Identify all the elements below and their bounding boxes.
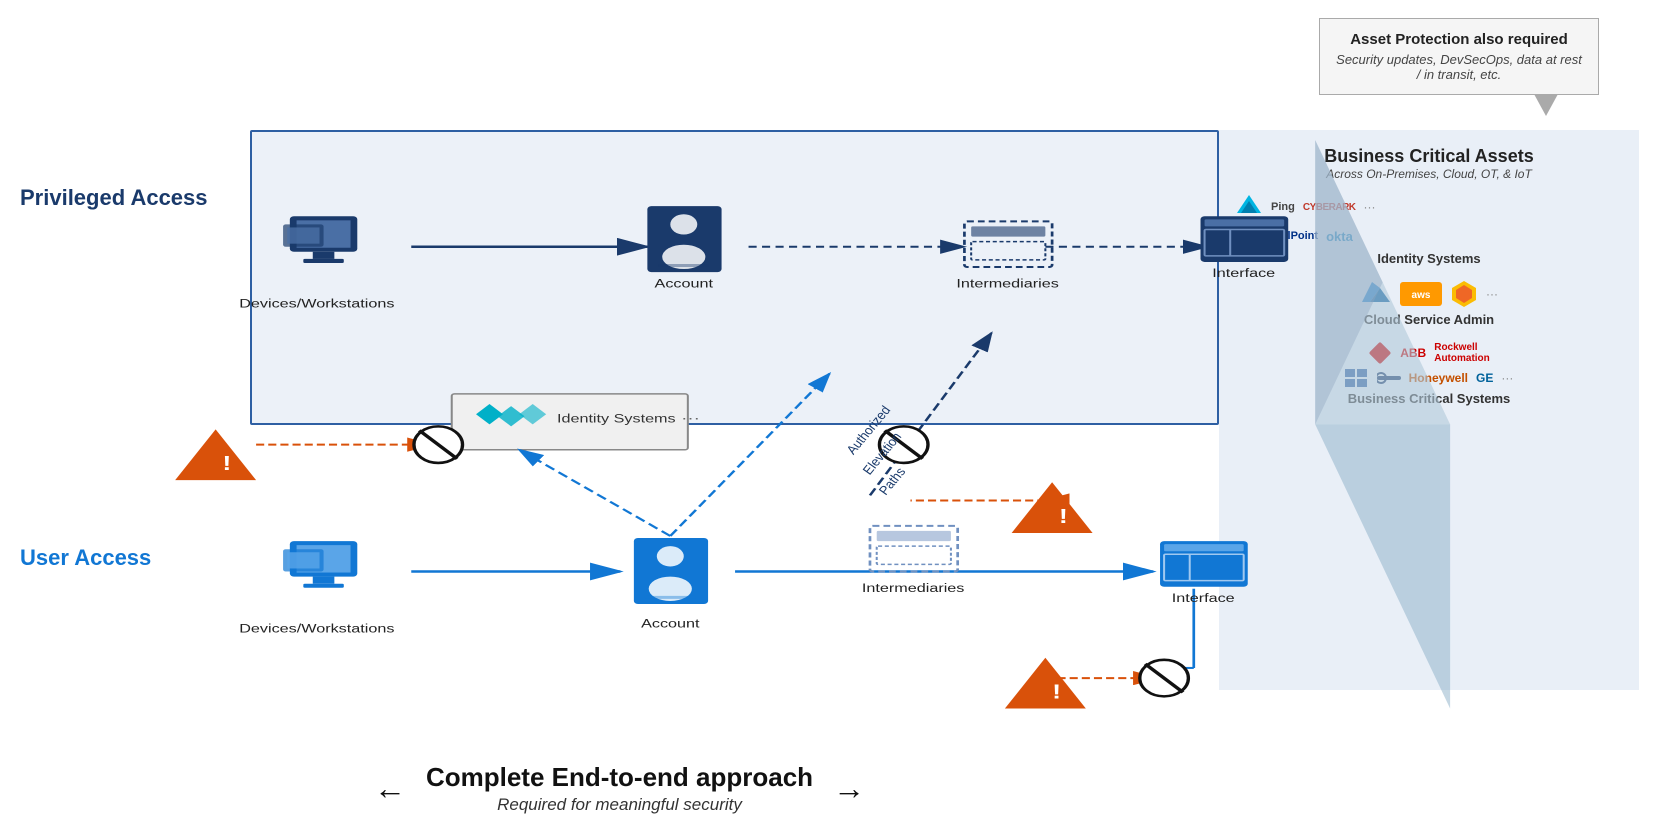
user-access-label: User Access bbox=[20, 545, 245, 571]
diagram-area: Privileged Access User Access Business C… bbox=[20, 130, 1639, 739]
pipe-icon bbox=[1377, 369, 1401, 387]
cyberark-label: CYBERARK bbox=[1303, 202, 1356, 213]
azure-logo-icon bbox=[1360, 280, 1392, 308]
ge-label: GE bbox=[1476, 371, 1493, 385]
identity-systems-label: Identity Systems bbox=[1235, 251, 1623, 266]
svg-text:Devices/Workstations: Devices/Workstations bbox=[239, 622, 394, 636]
callout-title: Asset Protection also required bbox=[1336, 31, 1582, 48]
bcs-logo-row-2: Honeywell GE ··· bbox=[1235, 369, 1623, 387]
user-account-icon bbox=[634, 538, 708, 604]
callout-body: Security updates, DevSecOps, data at res… bbox=[1336, 52, 1582, 82]
gcp-logo-icon bbox=[1450, 280, 1478, 308]
ping-logo-icon bbox=[1235, 193, 1263, 221]
privileged-access-label: Privileged Access bbox=[20, 185, 245, 211]
user-devices-icon bbox=[283, 541, 357, 588]
left-arrow-icon: ← bbox=[374, 770, 406, 807]
bca-title: Business Critical Assets bbox=[1235, 146, 1623, 167]
identity-logo-row-2: SP SailPoint okta bbox=[1235, 225, 1623, 247]
bottom-section: ← Complete End-to-end approach Required … bbox=[40, 762, 1199, 819]
cloud-service-admin-label: Cloud Service Admin bbox=[1235, 312, 1623, 327]
ellipsis-3: ··· bbox=[1501, 371, 1513, 385]
svg-text:!: ! bbox=[222, 452, 231, 475]
svg-text:SP: SP bbox=[1244, 233, 1255, 242]
bottom-subtitle: Required for meaningful security bbox=[426, 795, 813, 815]
cloud-section: aws ··· Cloud Service Admin bbox=[1235, 280, 1623, 327]
bcs-section: ABB RockwellAutomation Honeywell GE bbox=[1235, 341, 1623, 406]
bca-subtitle: Across On-Premises, Cloud, OT, & IoT bbox=[1235, 167, 1623, 181]
identity-logo-row: Ping CYBERARK ··· bbox=[1235, 193, 1623, 221]
privileged-access-box bbox=[250, 130, 1219, 425]
svg-text:!: ! bbox=[1052, 681, 1061, 704]
grid-icon bbox=[1345, 369, 1369, 387]
aws-logo-icon: aws bbox=[1400, 282, 1442, 306]
bca-panel: Business Critical Assets Across On-Premi… bbox=[1219, 130, 1639, 690]
cloud-logo-row: aws ··· bbox=[1235, 280, 1623, 308]
sailpoint-logo-icon: SP bbox=[1235, 225, 1263, 247]
identity-section: Ping CYBERARK ··· SP SailPoint okta Iden… bbox=[1235, 193, 1623, 266]
ping-label: Ping bbox=[1271, 201, 1295, 213]
honeywell-label: Honeywell bbox=[1409, 371, 1468, 385]
svg-text:Intermediaries: Intermediaries bbox=[862, 582, 964, 596]
okta-label: okta bbox=[1326, 229, 1353, 244]
bcs-label: Business Critical Systems bbox=[1235, 391, 1623, 406]
abb-diamond-icon bbox=[1368, 341, 1392, 365]
abb-label: ABB bbox=[1400, 346, 1426, 360]
asset-protection-callout: Asset Protection also required Security … bbox=[1319, 18, 1599, 95]
ellipsis-1: ··· bbox=[1364, 200, 1376, 214]
bottom-title: Complete End-to-end approach bbox=[426, 762, 813, 793]
svg-text:Paths: Paths bbox=[875, 465, 910, 496]
svg-text:!: ! bbox=[1059, 505, 1068, 528]
bcs-logo-row: ABB RockwellAutomation bbox=[1235, 341, 1623, 365]
svg-text:Elevation: Elevation bbox=[858, 431, 905, 477]
svg-text:Account: Account bbox=[641, 617, 699, 631]
ellipsis-2: ··· bbox=[1486, 287, 1498, 301]
svg-text:aws: aws bbox=[1412, 290, 1431, 301]
sailpoint-label: SailPoint bbox=[1271, 230, 1318, 242]
right-arrow-icon: → bbox=[833, 770, 865, 807]
user-intermediaries-icon bbox=[870, 526, 958, 572]
rockwell-label: RockwellAutomation bbox=[1434, 342, 1490, 364]
